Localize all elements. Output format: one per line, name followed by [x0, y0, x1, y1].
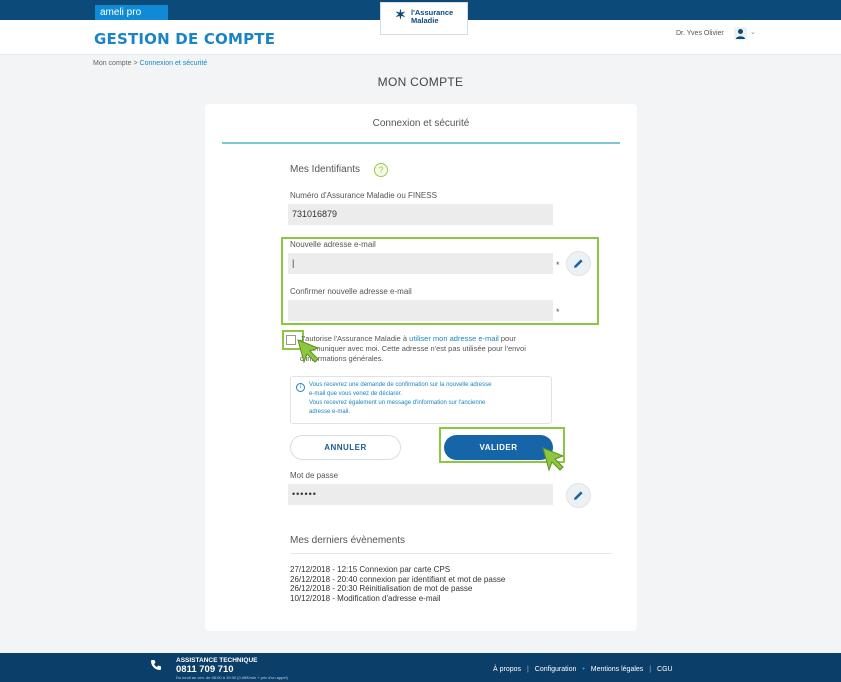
help-icon[interactable]: ?: [374, 163, 388, 177]
assistance-hours: Du lundi au ven. de 08:00 à 19:30 (0,06€…: [176, 675, 288, 680]
card-divider: [222, 142, 620, 144]
identifiers-heading: Mes Identifiants: [290, 164, 361, 175]
breadcrumb-separator: >: [133, 60, 138, 67]
confirm-email-label: Confirmer nouvelle adresse e-mail: [290, 287, 412, 296]
ameli-pro-tag[interactable]: ameli pro: [95, 5, 168, 20]
validate-button[interactable]: VALIDER: [444, 435, 553, 460]
edit-email-button[interactable]: [566, 251, 591, 276]
list-item: 27/12/2018 - 12:15 Connexion par carte C…: [290, 565, 451, 574]
assistance-phone[interactable]: 0811 709 710: [176, 664, 234, 675]
assistance-title: ASSISTANCE TECHNIQUE: [176, 657, 258, 664]
footer-link-configuration[interactable]: Configuration: [535, 666, 577, 673]
consent-link[interactable]: utiliser mon adresse e-mail: [409, 334, 499, 343]
info-text: Vous recevrez une demande de confirmatio…: [309, 382, 492, 415]
password-field: ••••••: [288, 484, 553, 505]
list-item: 10/12/2018 - Modification d'adresse e-ma…: [290, 593, 441, 603]
user-icon[interactable]: [734, 27, 747, 40]
logo-text: l'Assurance Maladie: [411, 8, 454, 25]
new-email-label: Nouvelle adresse e-mail: [290, 240, 376, 249]
pencil-icon: [574, 259, 583, 268]
breadcrumb: Mon compte > Connexion et sécurité: [93, 60, 207, 67]
list-item: 26/12/2018 - 20:40 connexion par identif…: [290, 574, 506, 584]
consent-text: J'autorise l'Assurance Maladie à utilise…: [300, 334, 526, 363]
assurance-maladie-logo[interactable]: ✶ l'Assurance Maladie: [380, 2, 468, 35]
number-field: 731016879: [288, 204, 553, 225]
cursor-arrow-icon: [297, 339, 320, 364]
confirm-email-input[interactable]: [288, 300, 553, 321]
password-label: Mot de passe: [290, 471, 339, 480]
edit-password-button[interactable]: [566, 483, 591, 508]
required-mark: *: [556, 260, 560, 270]
consent-checkbox[interactable]: [286, 335, 296, 345]
required-mark: *: [556, 307, 560, 317]
footer-links: À propos | Configuration • Mentions léga…: [493, 666, 673, 673]
events-heading: Mes derniers évènements: [290, 535, 406, 546]
breadcrumb-current[interactable]: Connexion et sécurité: [140, 60, 208, 67]
logo-mark-icon: ✶: [395, 7, 406, 22]
cursor-arrow-icon: [542, 447, 565, 472]
card-title: Connexion et sécurité: [372, 118, 470, 129]
breadcrumb-root[interactable]: Mon compte: [93, 60, 132, 67]
page-header-title: GESTION DE COMPTE: [94, 30, 276, 48]
info-box: i Vous recevrez une demande de confirmat…: [290, 376, 552, 424]
account-card: Connexion et sécurité: [205, 104, 637, 631]
footer-link-about[interactable]: À propos: [493, 666, 521, 673]
events-list: 27/12/2018 - 12:15 Connexion par carte C…: [290, 565, 505, 603]
chevron-down-icon[interactable]: ⌄: [750, 28, 756, 36]
footer-separator: |: [649, 666, 652, 673]
footer-separator: |: [526, 666, 529, 673]
cancel-button[interactable]: ANNULER: [290, 435, 401, 460]
footer: ASSISTANCE TECHNIQUE 0811 709 710 Du lun…: [0, 653, 841, 682]
footer-link-cgu[interactable]: CGU: [657, 666, 673, 673]
number-label: Numéro d'Assurance Maladie ou FINESS: [290, 191, 437, 200]
info-icon: i: [296, 383, 305, 392]
footer-dot: •: [582, 666, 585, 673]
phone-icon: [151, 660, 161, 670]
new-email-input[interactable]: |: [288, 253, 553, 274]
pencil-icon: [574, 491, 583, 500]
list-item: 26/12/2018 - 20:30 Réinitialisation de m…: [290, 584, 473, 593]
user-name[interactable]: Dr. Yves Olivier: [676, 30, 724, 37]
footer-link-legal[interactable]: Mentions légales: [591, 666, 644, 673]
events-divider: [290, 553, 612, 554]
page-title: MON COMPTE: [377, 75, 464, 89]
